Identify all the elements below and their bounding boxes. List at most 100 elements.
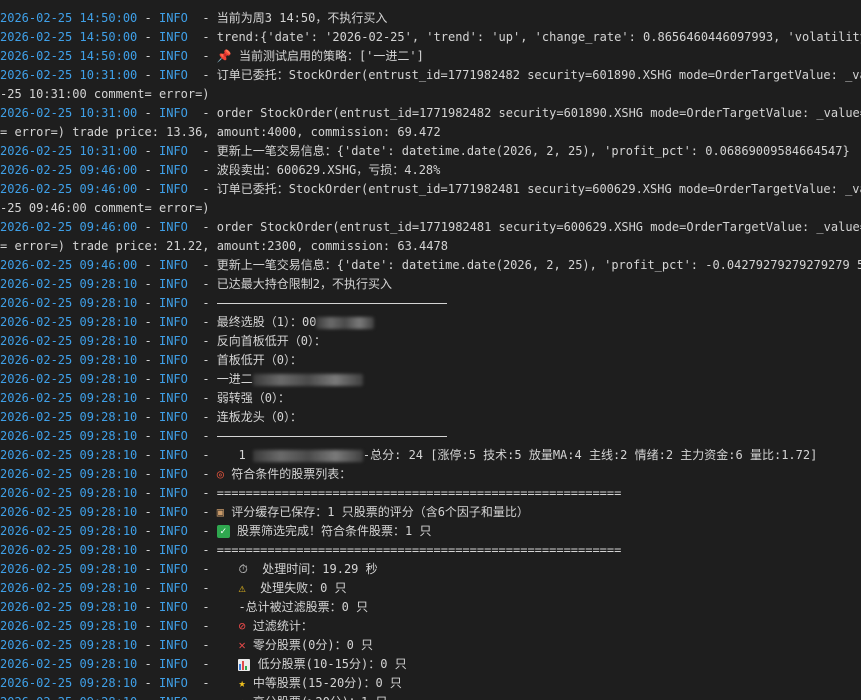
log-timestamp: 2026-02-25 09:28:10 — [0, 562, 138, 576]
log-timestamp: 2026-02-25 09:28:10 — [0, 448, 138, 462]
log-timestamp: 2026-02-25 09:46:00 — [0, 258, 138, 272]
log-line: 2026-02-25 09:46:00 - INFO - 订单已委托：Stock… — [0, 180, 861, 199]
log-line: 2026-02-25 14:50:00 - INFO - 📌 当前测试启用的策略… — [0, 47, 424, 66]
log-line: 2026-02-25 09:28:10 - INFO - ⏱ 处理时间：19.2… — [0, 560, 378, 579]
log-separator: - — [137, 676, 159, 690]
log-level: INFO — [158, 391, 188, 405]
top-separator: ========================================… — [0, 0, 535, 7]
log-separator: - — [187, 334, 217, 348]
log-timestamp: 2026-02-25 09:28:10 — [0, 334, 138, 348]
log-line: 2026-02-25 09:28:10 - INFO - ===========… — [0, 541, 621, 560]
log-level: INFO — [158, 315, 188, 329]
log-separator: - — [137, 315, 159, 329]
bar-chart-icon — [238, 658, 251, 671]
log-separator: - — [187, 372, 217, 386]
log-separator: - — [137, 524, 159, 538]
log-message: 过滤统计： — [245, 619, 313, 633]
log-continuation: -25 10:31:00 comment= error=) — [0, 85, 210, 104]
log-timestamp: 2026-02-25 14:50:00 — [0, 49, 138, 63]
log-timestamp: 2026-02-25 09:28:10 — [0, 657, 138, 671]
log-message: 处理失败：0 只 — [245, 581, 347, 595]
log-message-tail: -总分: 24 [涨停:5 技术:5 放量MA:4 主线:2 情绪:2 主力资金… — [362, 448, 818, 462]
star-icon: ★ — [238, 676, 246, 690]
log-line: 2026-02-25 09:28:10 - INFO - 1 -总分: 24 [… — [0, 446, 817, 465]
log-continuation-text: -25 09:46:00 comment= error=) — [0, 201, 210, 215]
log-message: 波段卖出：600629.XSHG，亏损：4.28% — [216, 163, 441, 177]
log-level: INFO — [158, 49, 188, 63]
log-message: 最终选股（1）：00 — [216, 315, 317, 329]
log-separator: - — [187, 353, 217, 367]
log-level: INFO — [158, 258, 188, 272]
log-timestamp: 2026-02-25 09:28:10 — [0, 467, 138, 481]
log-level: INFO — [158, 220, 188, 234]
log-separator: - — [187, 315, 217, 329]
log-timestamp: 2026-02-25 09:28:10 — [0, 486, 138, 500]
warning-icon: ⚠ — [238, 581, 246, 595]
log-continuation-text: = error=) trade price: 21.22, amount:230… — [0, 239, 448, 253]
log-line: 2026-02-25 09:28:10 - INFO - 弱转强（0）： — [0, 389, 290, 408]
log-line: 2026-02-25 09:28:10 - INFO - ⊘ 过滤统计： — [0, 617, 313, 636]
log-line: 2026-02-25 09:28:10 - INFO - 已达最大持仓限制2，不… — [0, 275, 392, 294]
log-separator: - — [187, 391, 217, 405]
log-message: 1 — [216, 448, 253, 462]
log-line: 2026-02-25 14:50:00 - INFO - 当前为周3 14:50… — [0, 9, 387, 28]
log-level: INFO — [158, 182, 188, 196]
log-separator: - — [137, 448, 159, 462]
log-timestamp: 2026-02-25 09:28:10 — [0, 372, 138, 386]
log-message: 中等股票(15-20分)：0 只 — [245, 676, 402, 690]
log-separator: - — [187, 486, 217, 500]
log-message: 零分股票(0分)：0 只 — [245, 638, 374, 652]
log-line: 2026-02-25 09:28:10 - INFO - ★ 中等股票(15-2… — [0, 674, 402, 693]
log-separator: - — [187, 429, 217, 443]
log-level: INFO — [158, 11, 188, 25]
log-separator: - — [137, 182, 159, 196]
log-line: 2026-02-25 09:28:10 - INFO - 一进二 — [0, 370, 363, 389]
log-message: 弱转强（0）： — [216, 391, 291, 405]
log-level: INFO — [158, 277, 188, 291]
target-icon: ◎ — [216, 467, 225, 481]
log-timestamp: 2026-02-25 09:28:10 — [0, 429, 138, 443]
log-message: ========================================… — [216, 543, 622, 557]
log-message: 评分缓存已保存：1 只股票的评分（含6个因子和量比） — [224, 505, 529, 519]
log-timestamp: 2026-02-25 10:31:00 — [0, 68, 138, 82]
log-level: INFO — [158, 68, 188, 82]
log-line: 2026-02-25 10:31:00 - INFO - order Stock… — [0, 104, 861, 123]
log-separator: - — [137, 638, 159, 652]
log-message: 连板龙头（0）： — [216, 410, 303, 424]
redacted-blur — [252, 373, 363, 386]
log-timestamp: 2026-02-25 09:28:10 — [0, 619, 138, 633]
log-separator: - — [137, 429, 159, 443]
log-separator: - — [187, 619, 239, 633]
log-timestamp: 2026-02-25 09:46:00 — [0, 163, 138, 177]
log-message: -总计被过滤股票：0 只 — [238, 600, 369, 614]
prohibited-icon: ⊘ — [238, 619, 246, 633]
log-separator: - — [137, 619, 159, 633]
log-line: 2026-02-25 09:28:10 - INFO - ✕ 零分股票(0分)：… — [0, 636, 373, 655]
log-timestamp: 2026-02-25 09:28:10 — [0, 391, 138, 405]
log-separator: - — [137, 277, 159, 291]
log-console[interactable]: ========================================… — [0, 0, 861, 700]
log-timestamp: 2026-02-25 10:31:00 — [0, 144, 138, 158]
log-timestamp: 2026-02-25 09:46:00 — [0, 182, 138, 196]
log-timestamp: 2026-02-25 09:28:10 — [0, 353, 138, 367]
log-separator: - — [137, 296, 159, 310]
redacted-blur — [252, 449, 363, 462]
log-separator: - — [137, 49, 159, 63]
log-timestamp: 2026-02-25 14:50:00 — [0, 30, 138, 44]
log-message: 首板低开（0）： — [216, 353, 303, 367]
log-timestamp: 2026-02-25 09:46:00 — [0, 220, 138, 234]
log-level: INFO — [158, 334, 188, 348]
log-separator: - — [187, 543, 217, 557]
log-message: 更新上一笔交易信息：{'date': datetime.date(2026, 2… — [216, 144, 850, 158]
stopwatch-icon: ⏱ — [238, 562, 248, 576]
log-line: 2026-02-25 09:28:10 - INFO - ⚠ 处理失败：0 只 — [0, 579, 347, 598]
log-message: 处理时间：19.29 秒 — [247, 562, 378, 576]
log-line: 2026-02-25 09:46:00 - INFO - 波段卖出：600629… — [0, 161, 440, 180]
log-level: INFO — [158, 163, 188, 177]
cross-icon: ✕ — [238, 638, 246, 652]
log-line: 2026-02-25 09:46:00 - INFO - 更新上一笔交易信息：{… — [0, 256, 861, 275]
log-separator: - — [137, 258, 159, 272]
divider-rule — [216, 436, 447, 437]
log-message: 更新上一笔交易信息：{'date': datetime.date(2026, 2… — [216, 258, 861, 272]
log-message: 反向首板低开（0）： — [216, 334, 327, 348]
